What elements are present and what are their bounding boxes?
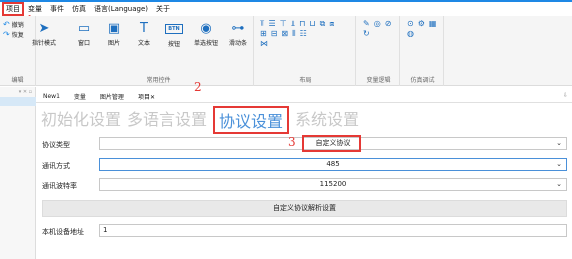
same-width-icon[interactable]: ⊓ xyxy=(299,19,305,29)
window-icon: ▭ xyxy=(77,21,91,36)
grid-icon[interactable]: ⊞ xyxy=(260,29,267,39)
section-init[interactable]: 初始化设置 xyxy=(41,106,121,134)
settings-icon[interactable]: ⚙ xyxy=(418,19,425,28)
var-logic-group: ✎ ◎ ⊘ ↻ 变量逻辑 xyxy=(358,16,400,86)
radio-icon: ◉ xyxy=(200,21,212,36)
document-tabs: New1 变量 图片管理 项目✕ ⇩ xyxy=(36,91,572,103)
control-image[interactable]: ▣ 图片 xyxy=(100,20,128,47)
controls-group: ▭ 窗口 ▣ 图片 T 文本 BTN 按钮 ◉ 单选按钮 ⊶ 滑动条 常用控件 xyxy=(64,16,254,86)
table-icon[interactable]: ☷ xyxy=(300,29,307,39)
left-panel: ▾ ✕ ▫ xyxy=(0,87,36,259)
layout-group-label: 布局 xyxy=(299,77,312,84)
text-icon: T xyxy=(140,21,148,36)
align-top-icon[interactable]: ⫪ xyxy=(260,19,265,29)
baud-rate-label: 通讯波特率 xyxy=(42,182,77,190)
comm-mode-value: 485 xyxy=(326,160,340,168)
snap-icon[interactable]: ⋈ xyxy=(260,39,268,48)
link-icon[interactable]: ⊘ xyxy=(385,19,392,28)
view-icon[interactable]: ◎ xyxy=(374,19,381,28)
pointer-icon: ➤ xyxy=(38,21,50,36)
distribute-v-icon[interactable]: ⊠ xyxy=(281,29,288,39)
spacing-icon[interactable]: ⦀ xyxy=(292,29,296,39)
chevron-down-icon: ⌄ xyxy=(556,180,562,188)
device-address-input[interactable]: 1 xyxy=(99,224,567,237)
bring-front-icon[interactable]: ⧉ xyxy=(320,19,326,29)
custom-protocol-parse-button[interactable]: 自定义协议解析设置 xyxy=(42,200,567,217)
slider-icon: ⊶ xyxy=(231,21,245,36)
comm-mode-label: 通讯方式 xyxy=(42,162,70,170)
ribbon-toolbar: ↶ 撤销 ↷ 恢复 编辑 ➤ 指针模式 ▭ 窗口 ▣ 图片 T 文本 BTN 按钮 ◉ 单选按… xyxy=(0,16,572,86)
pen-icon[interactable]: ✎ xyxy=(363,19,370,28)
baud-rate-value: 115200 xyxy=(319,180,347,188)
device-address-label: 本机设备地址 xyxy=(42,228,84,236)
align-middle-icon[interactable]: ☰ xyxy=(269,19,276,29)
panel-controls-icon[interactable]: ▾ ✕ ▫ xyxy=(19,89,32,95)
grid-view-icon[interactable]: ▦ xyxy=(429,19,437,28)
control-radio[interactable]: ◉ 单选按钮 xyxy=(192,20,220,47)
menu-events[interactable]: 事件 xyxy=(46,2,68,16)
panel-selected-item[interactable] xyxy=(0,97,36,106)
section-multilang[interactable]: 多语言设置 xyxy=(127,106,207,134)
annotation-3: 3 xyxy=(288,135,296,149)
layout-row-1: ⫪ ☰ ⊤ ⫫ ⊓ ⊔ ⧉ ⧈ xyxy=(260,19,334,29)
redo-icon: ↷ xyxy=(3,30,10,39)
sim-debug-row-2: ◍ xyxy=(407,29,414,38)
distribute-h-icon[interactable]: ⊟ xyxy=(271,29,278,39)
edit-group-label: 编辑 xyxy=(11,77,24,84)
protocol-highlight-box xyxy=(302,135,361,152)
chevron-down-icon: ⌄ xyxy=(556,160,562,168)
layout-row-3: ⋈ xyxy=(260,39,268,48)
section-protocol[interactable]: 协议设置 xyxy=(213,106,290,134)
same-height-icon[interactable]: ⊔ xyxy=(309,19,315,29)
tab-new1[interactable]: New1 xyxy=(36,93,67,100)
app-window: 项目 变量 事件 仿真 语言(Language) 关于 1 ↶撤销 ↷恢复 编辑… xyxy=(0,0,572,259)
pin-icon[interactable]: ⇩ xyxy=(563,92,568,99)
comm-mode-select[interactable]: 485 ⌄ xyxy=(99,158,567,171)
section-system[interactable]: 系统设置 xyxy=(295,106,359,134)
menu-project[interactable]: 项目 xyxy=(2,2,24,16)
image-icon: ▣ xyxy=(107,21,121,36)
sim-debug-group: ⊙ ⚙ ▦ ◍ 仿真调试 xyxy=(402,16,444,86)
tab-image-manager[interactable]: 图片管理 xyxy=(93,92,131,101)
section-tabs: 初始化设置 多语言设置 协议设置 系统设置 xyxy=(41,106,359,134)
menu-about[interactable]: 关于 xyxy=(152,2,174,16)
layout-group: ⫪ ☰ ⊤ ⫫ ⊓ ⊔ ⧉ ⧈ ⊞ ⊟ ⊠ ⦀ ☷ ⋈ 布局 xyxy=(256,16,356,86)
tab-project[interactable]: 项目✕ xyxy=(131,92,162,101)
var-logic-row: ✎ ◎ ⊘ xyxy=(363,19,391,28)
tab-variables[interactable]: 变量 xyxy=(67,92,93,101)
settings-content: 初始化设置 多语言设置 协议设置 系统设置 协议类型 自定义协议 ⌄ 3 通讯方… xyxy=(36,104,572,259)
var-logic-label: 变量逻辑 xyxy=(366,77,391,84)
control-text[interactable]: T 文本 xyxy=(130,20,158,47)
send-back-icon[interactable]: ⧈ xyxy=(329,19,334,29)
protocol-type-label: 协议类型 xyxy=(42,141,70,149)
undo-button[interactable]: ↶ 撤销 xyxy=(3,20,24,29)
menu-simulation[interactable]: 仿真 xyxy=(68,2,90,16)
button-icon: BTN xyxy=(165,24,183,34)
controls-group-label: 常用控件 xyxy=(146,77,171,84)
var-logic-row-2: ↻ xyxy=(363,29,370,38)
menu-bar: 项目 变量 事件 仿真 语言(Language) 关于 xyxy=(0,0,572,16)
sim-debug-row: ⊙ ⚙ ▦ xyxy=(407,19,436,28)
close-icon[interactable]: ✕ xyxy=(150,94,155,101)
menu-language[interactable]: 语言(Language) xyxy=(90,2,152,16)
sim-debug-label: 仿真调试 xyxy=(410,77,435,84)
control-slider[interactable]: ⊶ 滑动条 xyxy=(224,20,252,47)
control-button[interactable]: BTN 按钮 xyxy=(160,20,188,48)
control-window[interactable]: ▭ 窗口 xyxy=(70,20,98,47)
layout-row-2: ⊞ ⊟ ⊠ ⦀ ☷ xyxy=(260,29,307,39)
target-icon[interactable]: ◍ xyxy=(407,29,414,38)
align-bottom-icon[interactable]: ⫫ xyxy=(291,19,296,29)
pointer-mode-button[interactable]: ➤ 指针模式 xyxy=(30,20,58,47)
refresh-icon[interactable]: ↻ xyxy=(363,29,370,38)
undo-icon: ↶ xyxy=(3,20,10,29)
redo-button[interactable]: ↷ 恢复 xyxy=(3,30,24,39)
play-icon[interactable]: ⊙ xyxy=(407,19,414,28)
chevron-down-icon: ⌄ xyxy=(556,139,562,147)
align-left-icon[interactable]: ⊤ xyxy=(280,19,287,29)
baud-rate-select[interactable]: 115200 ⌄ xyxy=(99,178,567,191)
